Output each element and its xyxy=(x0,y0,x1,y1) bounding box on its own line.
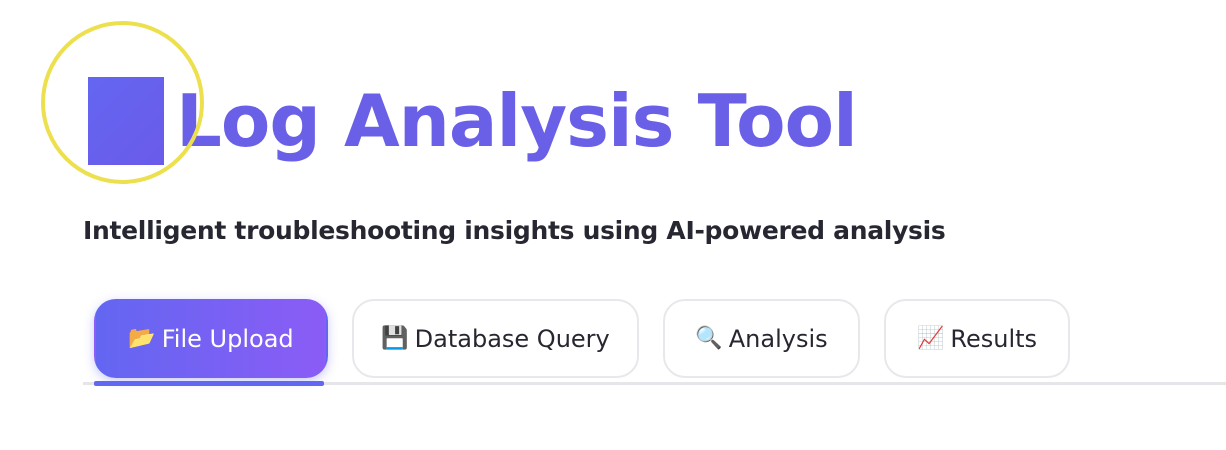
tab-results[interactable]: 📈 Results xyxy=(884,299,1070,378)
tab-file-upload[interactable]: 📂 File Upload xyxy=(94,299,328,378)
square-icon xyxy=(88,77,164,165)
active-tab-indicator xyxy=(94,381,324,386)
tab-bar: 📂 File Upload 💾 Database Query 🔍 Analysi… xyxy=(83,298,1226,388)
tab-analysis[interactable]: 🔍 Analysis xyxy=(663,299,860,378)
tab-label: Database Query xyxy=(414,324,610,353)
title-row: Log Analysis Tool xyxy=(88,66,858,176)
magnifier-icon: 🔍 xyxy=(695,326,723,351)
page-subtitle: Intelligent troubleshooting insights usi… xyxy=(83,216,946,245)
tab-label: Results xyxy=(950,324,1038,353)
page-title: Log Analysis Tool xyxy=(176,79,858,163)
tab-label: Analysis xyxy=(728,324,828,353)
tab-label: File Upload xyxy=(161,324,294,353)
floppy-disk-icon: 💾 xyxy=(381,326,409,351)
tab-database-query[interactable]: 💾 Database Query xyxy=(352,299,639,378)
open-folder-icon: 📂 xyxy=(128,326,156,351)
chart-increasing-icon: 📈 xyxy=(916,326,945,351)
